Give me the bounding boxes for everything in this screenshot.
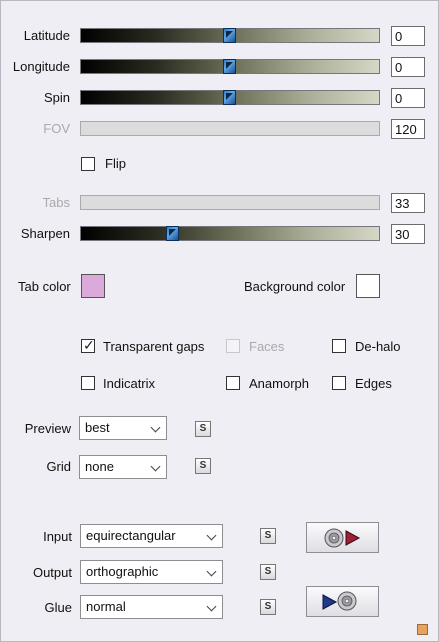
tabs-slider <box>80 195 380 210</box>
fov-label: FOV <box>43 121 70 136</box>
checkmark-icon: ✓ <box>83 337 95 353</box>
background-color-swatch[interactable] <box>356 274 380 298</box>
longitude-label: Longitude <box>12 59 70 74</box>
anamorph-checkbox[interactable] <box>226 376 240 390</box>
glue-label: Glue <box>44 600 72 615</box>
output-select-value: orthographic <box>86 564 159 579</box>
de-halo-checkbox[interactable] <box>332 339 346 353</box>
grid-label: Grid <box>46 459 71 474</box>
input-label: Input <box>43 529 72 544</box>
transparent-gaps-checkbox[interactable]: ✓ <box>81 337 95 353</box>
latitude-label: Latitude <box>23 28 70 43</box>
disc-play-button[interactable] <box>306 522 379 553</box>
anamorph-label: Anamorph <box>249 376 309 391</box>
grid-select[interactable]: none <box>79 455 167 479</box>
glue-select-value: normal <box>86 599 126 614</box>
chevron-down-icon <box>206 566 217 577</box>
indicatrix-label: Indicatrix <box>103 376 156 391</box>
fov-value[interactable]: 120 <box>391 119 425 139</box>
spin-slider-thumb[interactable] <box>223 90 236 105</box>
faces-label: Faces <box>249 339 285 354</box>
output-s-button[interactable]: S <box>260 564 276 580</box>
glue-s-button[interactable]: S <box>260 599 276 615</box>
settings-panel: Latitude 0 Longitude 0 Spin 0 FOV 120 Fl… <box>0 0 439 642</box>
output-select[interactable]: orthographic <box>80 560 223 584</box>
flip-label: Flip <box>105 156 126 171</box>
tabs-label: Tabs <box>42 195 70 210</box>
sharpen-value[interactable]: 30 <box>391 224 425 244</box>
disc-then-play-icon <box>324 528 361 548</box>
sharpen-label: Sharpen <box>20 226 70 241</box>
spin-value[interactable]: 0 <box>391 88 425 108</box>
sharpen-slider[interactable] <box>80 226 380 241</box>
latitude-slider[interactable] <box>80 28 380 43</box>
input-select[interactable]: equirectangular <box>80 524 223 548</box>
chevron-down-icon <box>150 461 161 472</box>
tabs-value[interactable]: 33 <box>391 193 425 213</box>
input-select-value: equirectangular <box>86 528 176 543</box>
flip-checkbox[interactable] <box>81 157 95 171</box>
edges-checkbox[interactable] <box>332 376 346 390</box>
grid-select-value: none <box>85 459 114 474</box>
preview-select[interactable]: best <box>79 416 167 440</box>
sharpen-slider-thumb[interactable] <box>166 226 179 241</box>
grid-s-button[interactable]: S <box>195 458 211 474</box>
background-color-label: Background color <box>244 279 346 294</box>
glue-select[interactable]: normal <box>80 595 223 619</box>
longitude-value[interactable]: 0 <box>391 57 425 77</box>
chevron-down-icon <box>150 422 161 433</box>
longitude-slider-thumb[interactable] <box>223 59 236 74</box>
preview-select-value: best <box>85 420 110 435</box>
play-disc-button[interactable] <box>306 586 379 617</box>
tab-color-swatch[interactable] <box>81 274 105 298</box>
resize-grip-icon[interactable] <box>417 624 428 635</box>
input-s-button[interactable]: S <box>260 528 276 544</box>
de-halo-label: De-halo <box>355 339 401 354</box>
spin-slider[interactable] <box>80 90 380 105</box>
spin-label: Spin <box>43 90 70 105</box>
tab-color-label: Tab color <box>18 279 71 294</box>
chevron-down-icon <box>206 601 217 612</box>
chevron-down-icon <box>206 530 217 541</box>
latitude-value[interactable]: 0 <box>391 26 425 46</box>
edges-label: Edges <box>355 376 392 391</box>
faces-checkbox <box>226 339 240 353</box>
output-label: Output <box>32 565 72 580</box>
fov-slider <box>80 121 380 136</box>
preview-label: Preview <box>24 421 71 436</box>
latitude-slider-thumb[interactable] <box>223 28 236 43</box>
preview-s-button[interactable]: S <box>195 421 211 437</box>
transparent-gaps-label: Transparent gaps <box>103 339 205 354</box>
indicatrix-checkbox[interactable] <box>81 376 95 390</box>
longitude-slider[interactable] <box>80 59 380 74</box>
play-then-disc-icon <box>322 591 357 611</box>
